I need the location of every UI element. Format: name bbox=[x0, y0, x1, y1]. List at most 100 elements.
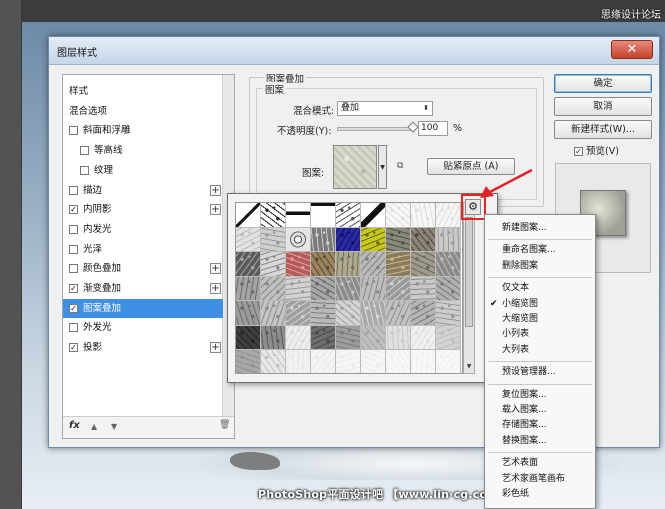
menu-item[interactable]: 载入图案... bbox=[485, 403, 595, 418]
pattern-tile[interactable] bbox=[336, 203, 361, 228]
menu-item[interactable]: 大缩览图 bbox=[485, 312, 595, 327]
pattern-tile[interactable] bbox=[336, 276, 361, 301]
style-item[interactable]: 外发光 bbox=[63, 318, 223, 337]
style-item[interactable]: 内发光 bbox=[63, 220, 223, 239]
add-effect-icon[interactable]: + bbox=[210, 283, 221, 294]
style-item[interactable]: 颜色叠加 + bbox=[63, 259, 223, 278]
menu-item[interactable]: 重命名图案... bbox=[485, 243, 595, 258]
scroll-thumb[interactable] bbox=[465, 217, 473, 327]
opacity-input[interactable]: 100 bbox=[418, 121, 448, 136]
pattern-tile[interactable] bbox=[361, 203, 386, 228]
style-checkbox[interactable] bbox=[69, 244, 78, 254]
style-item[interactable]: ✓ 投影 + bbox=[63, 338, 223, 357]
style-item[interactable]: 纹理 bbox=[63, 161, 223, 180]
style-item[interactable]: 斜面和浮雕 bbox=[63, 121, 223, 140]
cancel-button[interactable]: 取消 bbox=[554, 97, 652, 116]
pattern-tile[interactable] bbox=[386, 276, 411, 301]
pattern-tile[interactable] bbox=[386, 227, 411, 252]
pattern-tile[interactable] bbox=[286, 350, 311, 373]
scroll-down-icon[interactable]: ▼ bbox=[464, 361, 474, 373]
pattern-tile[interactable] bbox=[386, 252, 411, 277]
add-effect-icon[interactable]: + bbox=[210, 342, 221, 354]
pattern-tile[interactable] bbox=[286, 203, 311, 228]
fx-icon[interactable]: fx bbox=[69, 420, 80, 431]
style-checkbox[interactable] bbox=[69, 224, 78, 234]
style-item[interactable]: 等高线 bbox=[63, 141, 223, 160]
pattern-tile[interactable] bbox=[261, 252, 286, 277]
menu-item[interactable]: 替换图案... bbox=[485, 434, 595, 449]
style-item[interactable]: ✓ 内阴影 + bbox=[63, 200, 223, 219]
pattern-tile[interactable] bbox=[261, 325, 286, 350]
menu-item[interactable]: 艺术家画笔画布 bbox=[485, 472, 595, 487]
pattern-tile[interactable] bbox=[361, 350, 386, 373]
pattern-tile[interactable] bbox=[336, 227, 361, 252]
menu-item[interactable]: 新建图案... bbox=[485, 221, 595, 236]
style-checkbox[interactable]: ✓ bbox=[69, 303, 78, 313]
pattern-tile[interactable] bbox=[261, 276, 286, 301]
add-effect-icon[interactable]: + bbox=[210, 263, 221, 275]
pattern-tile[interactable] bbox=[411, 252, 436, 277]
pattern-tile[interactable] bbox=[411, 325, 436, 350]
pattern-tile[interactable] bbox=[436, 252, 461, 277]
preview-checkbox-row[interactable]: ✓ 预览(V) bbox=[574, 143, 619, 157]
ok-button[interactable]: 确定 bbox=[554, 74, 652, 93]
opacity-slider[interactable] bbox=[337, 127, 415, 131]
menu-item[interactable]: 删除图案 bbox=[485, 259, 595, 274]
pattern-tile[interactable] bbox=[336, 350, 361, 373]
pattern-tile[interactable] bbox=[336, 301, 361, 326]
pattern-tile[interactable] bbox=[386, 301, 411, 326]
style-checkbox[interactable] bbox=[69, 185, 78, 195]
pattern-tile[interactable] bbox=[311, 325, 336, 350]
pattern-tile[interactable] bbox=[236, 276, 261, 301]
menu-item[interactable]: ✔ 小缩览图 bbox=[485, 297, 595, 312]
pattern-tile[interactable] bbox=[236, 252, 261, 277]
pattern-tile[interactable] bbox=[386, 325, 411, 350]
pattern-tile[interactable] bbox=[411, 227, 436, 252]
pattern-tile[interactable] bbox=[311, 301, 336, 326]
style-item[interactable]: ✓ 渐变叠加 + bbox=[63, 279, 223, 298]
add-effect-icon[interactable]: + bbox=[210, 184, 221, 196]
pattern-tile[interactable] bbox=[311, 203, 336, 228]
pattern-tile[interactable] bbox=[411, 301, 436, 326]
style-checkbox[interactable]: ✓ bbox=[69, 343, 78, 353]
pattern-tile[interactable] bbox=[411, 203, 436, 228]
pattern-tile[interactable] bbox=[436, 350, 461, 373]
dialog-titlebar[interactable]: 图层样式 ✕ bbox=[49, 37, 659, 65]
pattern-tile[interactable] bbox=[361, 227, 386, 252]
pattern-tile[interactable] bbox=[236, 301, 261, 326]
new-preset-icon[interactable]: ⧉ bbox=[397, 161, 403, 171]
preview-checkbox[interactable]: ✓ bbox=[574, 147, 583, 156]
pattern-tile[interactable] bbox=[361, 276, 386, 301]
pattern-tile[interactable] bbox=[236, 350, 261, 373]
pattern-tile[interactable] bbox=[236, 227, 261, 252]
style-checkbox[interactable]: ✓ bbox=[69, 284, 78, 293]
pattern-tile[interactable] bbox=[386, 350, 411, 373]
style-item[interactable]: 混合选项 bbox=[63, 102, 223, 121]
menu-item[interactable]: 彩色纸 bbox=[485, 487, 595, 502]
move-up-icon[interactable]: ▲ bbox=[91, 422, 97, 431]
pattern-dropdown-arrow[interactable]: ▼ bbox=[378, 145, 387, 189]
pattern-tile[interactable] bbox=[236, 203, 261, 228]
pattern-tile[interactable] bbox=[261, 350, 286, 373]
move-down-icon[interactable]: ▼ bbox=[111, 422, 117, 431]
pattern-tile[interactable] bbox=[436, 227, 461, 252]
menu-item[interactable]: 大列表 bbox=[485, 343, 595, 358]
pattern-tile[interactable] bbox=[261, 227, 286, 252]
pattern-tile[interactable] bbox=[361, 301, 386, 326]
pattern-tile[interactable] bbox=[311, 350, 336, 373]
style-checkbox[interactable]: ✓ bbox=[69, 205, 78, 215]
menu-item[interactable]: 存储图案... bbox=[485, 418, 595, 433]
pattern-tile[interactable] bbox=[261, 203, 286, 228]
pattern-tile[interactable] bbox=[311, 252, 336, 277]
pattern-tile[interactable] bbox=[411, 350, 436, 373]
pattern-swatch[interactable] bbox=[333, 145, 377, 189]
pattern-tile[interactable] bbox=[286, 325, 311, 350]
style-checkbox[interactable] bbox=[80, 146, 89, 156]
style-item[interactable]: 样式 bbox=[63, 82, 223, 101]
style-checkbox[interactable] bbox=[80, 165, 89, 175]
pattern-tile[interactable] bbox=[286, 227, 311, 252]
pattern-tile[interactable] bbox=[361, 252, 386, 277]
pattern-tile[interactable] bbox=[311, 227, 336, 252]
menu-item[interactable]: 艺术表面 bbox=[485, 456, 595, 471]
style-checkbox[interactable] bbox=[69, 264, 78, 274]
